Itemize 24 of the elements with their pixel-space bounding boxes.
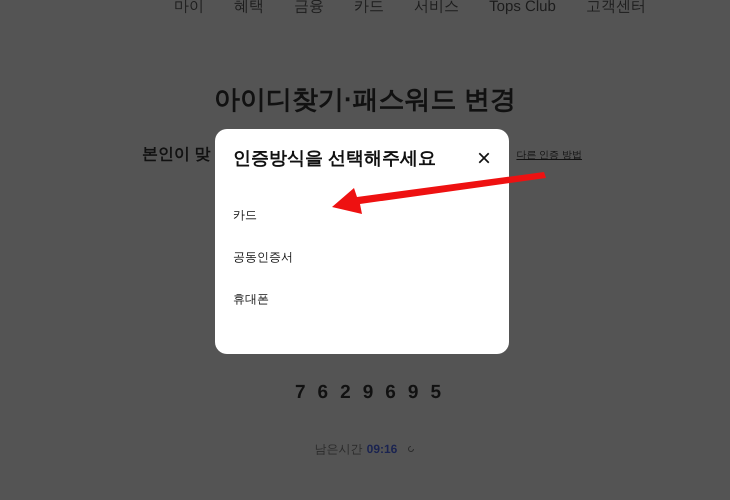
timer-value: 09:16 [366, 440, 398, 458]
code-digit: 6 [385, 381, 396, 405]
auth-option[interactable]: 카드 [233, 206, 257, 224]
dialog-title: 인증방식을 선택해주세요 [233, 147, 436, 170]
code-digit: 2 [340, 381, 351, 405]
nav-link[interactable]: 카드 [354, 0, 384, 16]
nav-link[interactable]: 서비스 [414, 0, 460, 16]
page-subtitle: 본인이 맞 [142, 145, 210, 165]
auth-option[interactable]: 휴대폰 [233, 290, 269, 308]
code-digit: 9 [362, 381, 374, 405]
nav-link[interactable]: 금융 [294, 0, 324, 16]
refresh-icon[interactable] [407, 444, 416, 452]
code-digit: 6 [318, 381, 328, 405]
code-digit: 9 [408, 381, 418, 405]
close-button[interactable]: × [476, 146, 491, 170]
nav-link[interactable]: 고객센터 [586, 0, 646, 16]
code-digit: 5 [430, 381, 442, 405]
page-title: 아이디찾기·패스워드 변경 [214, 83, 516, 116]
nav-link[interactable]: 마이 [174, 0, 204, 16]
code-digit: 7 [294, 381, 306, 405]
auth-option[interactable]: 공동인증서 [233, 248, 293, 266]
nav-link[interactable]: Tops Club [489, 0, 556, 16]
nav-link[interactable]: 혜택 [234, 0, 264, 16]
other-method-link[interactable]: 다른 인증 방법 [516, 148, 582, 162]
